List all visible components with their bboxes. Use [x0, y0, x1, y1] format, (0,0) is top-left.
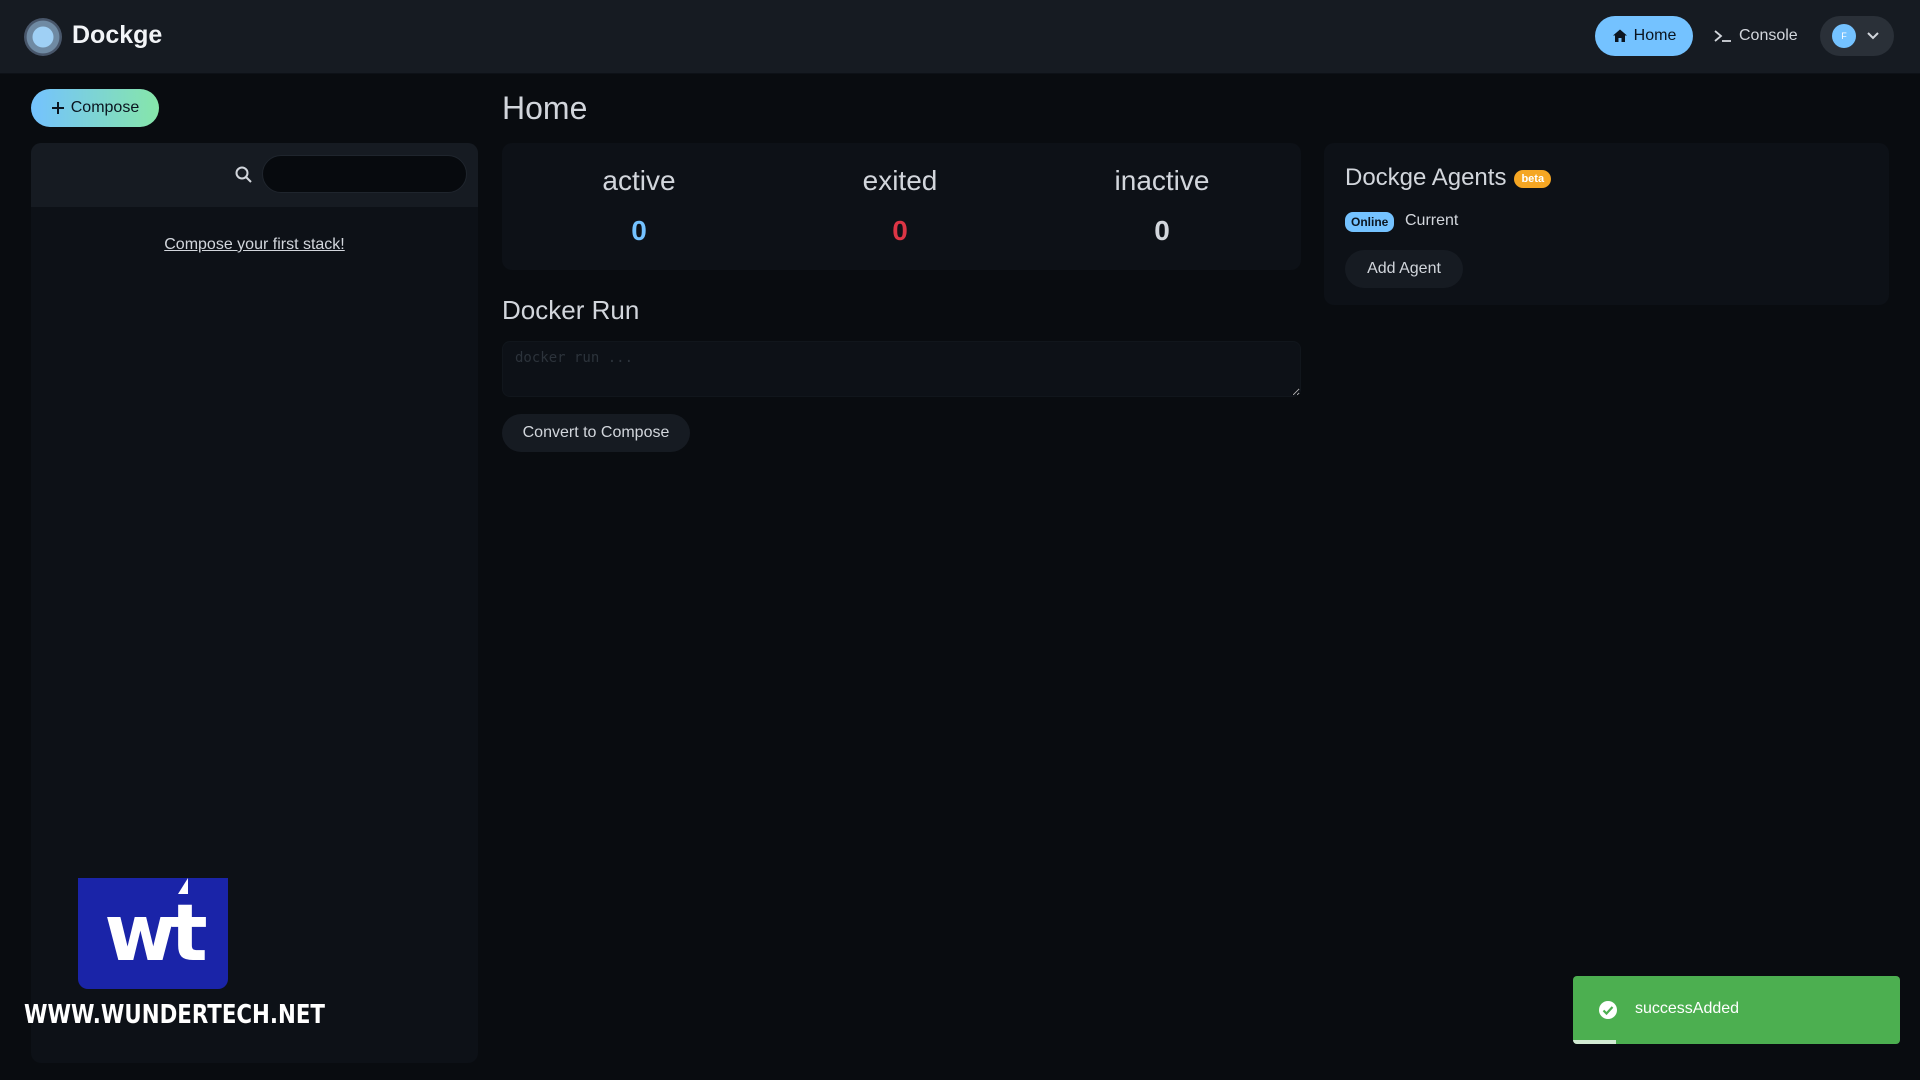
- brand-name[interactable]: Dockge: [72, 21, 162, 50]
- stat-inactive: inactive 0: [1062, 165, 1262, 247]
- top-navbar: Dockge Home Console F: [0, 0, 1920, 74]
- home-icon: [1612, 28, 1628, 44]
- toast-message: successAdded: [1635, 1000, 1739, 1018]
- logo-flag-icon: [178, 878, 188, 894]
- plus-icon: [51, 101, 65, 115]
- status-badge: Online: [1345, 212, 1394, 232]
- convert-to-compose-button[interactable]: Convert to Compose: [502, 414, 690, 452]
- dockge-logo-icon[interactable]: [24, 18, 62, 56]
- nav-home-label: Home: [1634, 27, 1677, 45]
- nav-console-label: Console: [1739, 27, 1798, 45]
- stat-label: inactive: [1062, 165, 1262, 197]
- compose-button-label: Compose: [71, 99, 139, 117]
- stat-label: exited: [800, 165, 1000, 197]
- agents-title: Dockge Agents beta: [1345, 164, 1551, 192]
- docker-run-title: Docker Run: [502, 295, 639, 326]
- dockge-agents-panel: Dockge Agents beta Online Current Add Age…: [1324, 143, 1889, 305]
- sidebar-search-bar: [31, 143, 478, 207]
- profile-dropdown[interactable]: F: [1820, 16, 1894, 56]
- search-icon: [234, 165, 254, 185]
- stat-value: 0: [800, 215, 1000, 247]
- docker-run-input[interactable]: [502, 341, 1301, 397]
- search-input[interactable]: [262, 155, 467, 193]
- stat-active: active 0: [539, 165, 739, 247]
- add-agent-button[interactable]: Add Agent: [1345, 250, 1463, 288]
- stat-value: 0: [1062, 215, 1262, 247]
- watermark-url: WWW.WUNDERTECH.NET: [24, 1000, 325, 1030]
- check-circle-icon: [1598, 1000, 1618, 1020]
- agent-name: Current: [1405, 212, 1458, 230]
- stat-value: 0: [539, 215, 739, 247]
- success-toast[interactable]: successAdded: [1573, 976, 1900, 1044]
- terminal-icon: [1713, 28, 1733, 44]
- wundertech-logo: wt: [78, 878, 228, 989]
- chevron-down-icon: [1866, 31, 1880, 41]
- beta-badge: beta: [1514, 170, 1551, 188]
- compose-button[interactable]: Compose: [31, 89, 159, 127]
- stack-status-summary: active 0 exited 0 inactive 0: [502, 143, 1301, 270]
- compose-first-stack-link[interactable]: Compose your first stack!: [31, 236, 478, 254]
- avatar: F: [1832, 24, 1856, 48]
- toast-progress-bar: [1573, 1040, 1616, 1044]
- agents-title-text: Dockge Agents: [1345, 164, 1506, 191]
- page-title: Home: [502, 90, 587, 127]
- nav-home-button[interactable]: Home: [1595, 16, 1693, 56]
- stat-exited: exited 0: [800, 165, 1000, 247]
- stat-label: active: [539, 165, 739, 197]
- nav-console-button[interactable]: Console: [1713, 16, 1803, 56]
